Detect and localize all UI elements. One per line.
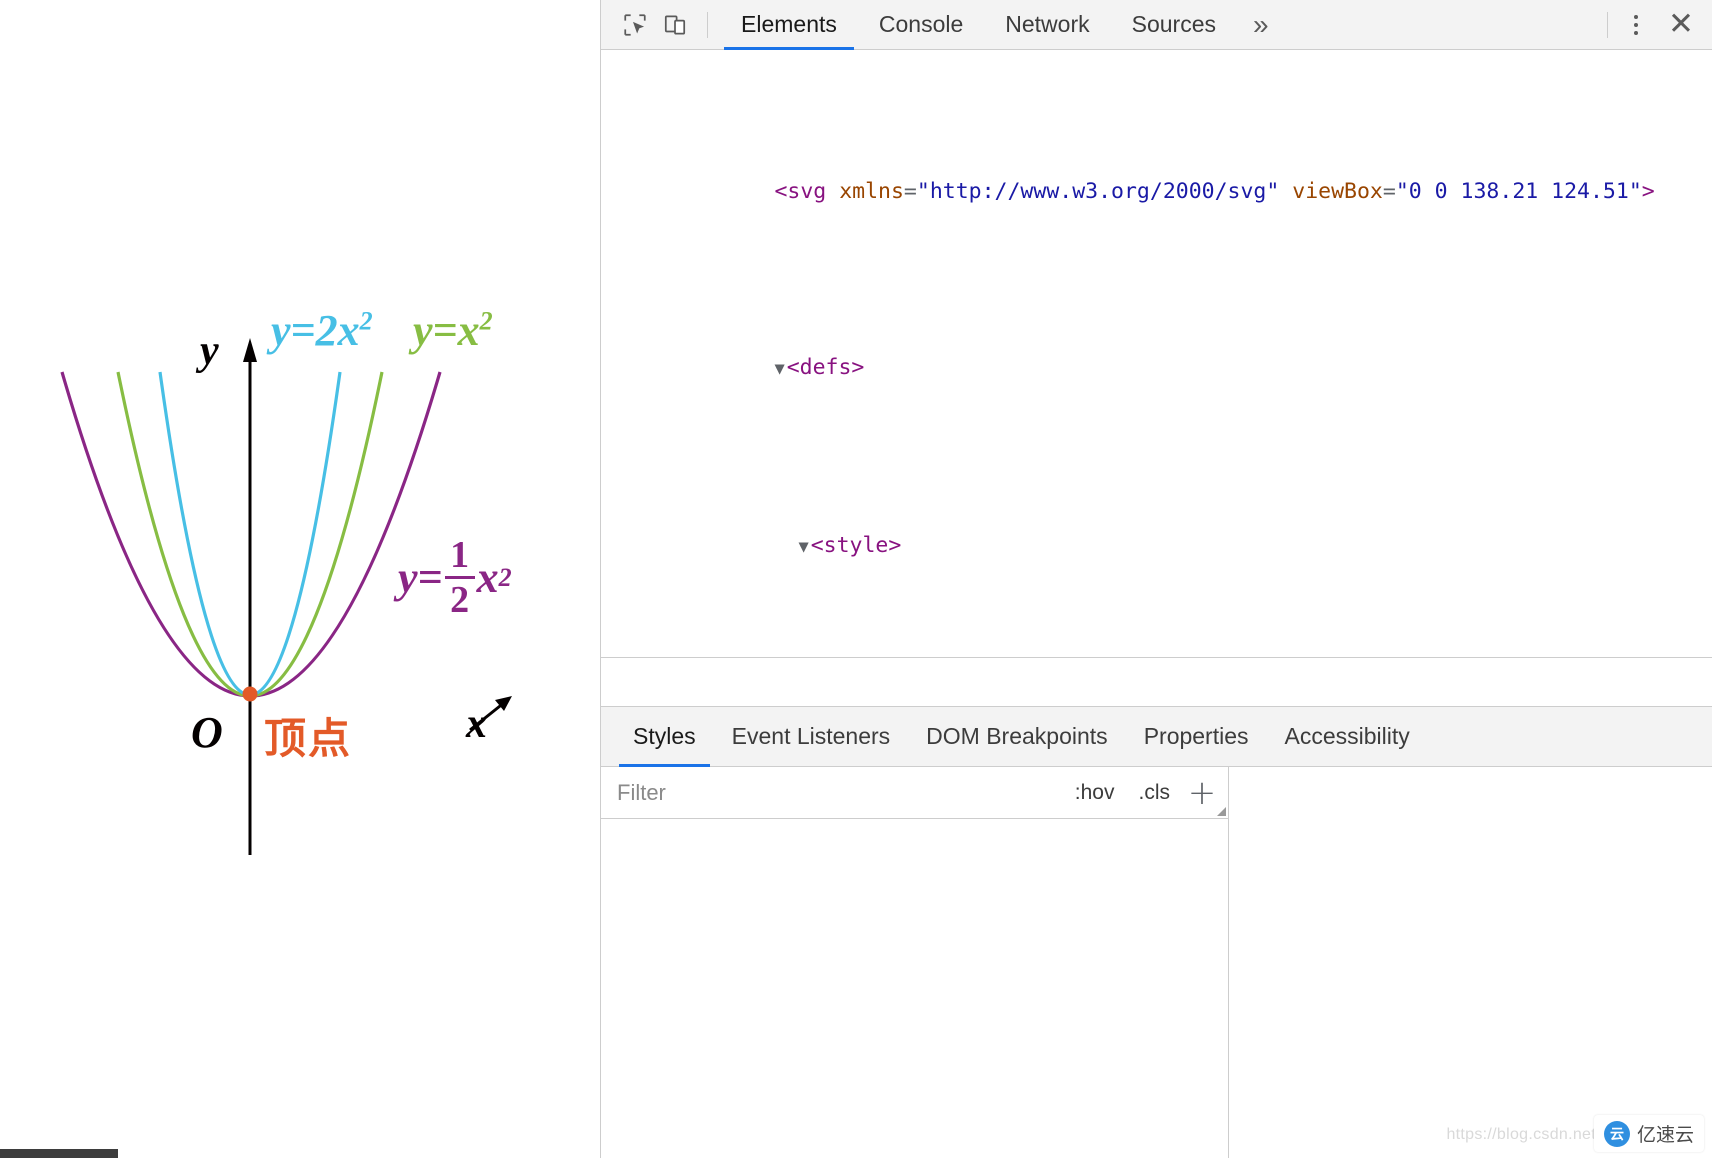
dom-tree-pane[interactable]: <svg xmlns="http://www.w3.org/2000/svg" … (601, 50, 1712, 657)
devtools-panel: Elements Console Network Sources » ✕ <sv… (600, 0, 1712, 1158)
tab-sources[interactable]: Sources (1111, 0, 1237, 50)
watermark-logo-icon: 云 (1604, 1121, 1630, 1147)
vertex-label: 顶点 (264, 705, 352, 766)
tab-properties[interactable]: Properties (1126, 707, 1267, 767)
screenshot-root: y x O 顶点 y=2x2 y=x2 y= 1 2 x2 (0, 0, 1712, 1158)
device-toolbar-icon[interactable] (655, 5, 695, 45)
styles-filter-bar: :hov .cls + (601, 767, 1228, 819)
styles-panel-body: :hov .cls + https://blog.csdn.net 云 亿速云 (601, 767, 1712, 1158)
tab-event-listeners[interactable]: Event Listeners (714, 707, 909, 767)
y-axis-label: y (200, 327, 219, 375)
inspect-cursor-icon[interactable] (615, 5, 655, 45)
style-tag: <style> (811, 533, 902, 558)
dom-tree: <svg xmlns="http://www.w3.org/2000/svg" … (601, 60, 1712, 657)
tab-styles[interactable]: Styles (615, 707, 714, 767)
toolbar-divider (707, 12, 708, 38)
tab-dom-breakpoints[interactable]: DOM Breakpoints (908, 707, 1126, 767)
style-expand-triangle-icon[interactable]: ▼ (798, 537, 808, 557)
devtools-tabs: Elements Console Network Sources » (720, 0, 1285, 50)
styles-filter-input[interactable] (615, 779, 1063, 807)
tab-network[interactable]: Network (984, 0, 1110, 50)
tab-elements[interactable]: Elements (720, 0, 858, 50)
label-2x2-base: y=2x (271, 306, 360, 355)
svg-attr-xmlns-value: "http://www.w3.org/2000/svg" (917, 179, 1279, 204)
label-x2-exponent: 2 (480, 306, 493, 335)
x-axis-label: x (466, 700, 487, 748)
defs-tag: <defs> (787, 355, 865, 380)
breadcrumb-strip (601, 658, 1712, 706)
label-y-equals-half-x-squared: y= 1 2 x2 (398, 536, 512, 619)
close-icon[interactable]: ✕ (1658, 3, 1704, 47)
more-tabs-chevron-icon[interactable]: » (1237, 0, 1285, 50)
computed-sidebar[interactable]: https://blog.csdn.net 云 亿速云 (1229, 767, 1712, 1158)
label-2x2-exponent: 2 (360, 306, 373, 335)
parabola-figure: y x O 顶点 y=2x2 y=x2 y= 1 2 x2 (0, 0, 600, 900)
fraction-denominator: 2 (450, 579, 469, 619)
label-x2-base: y=x (413, 306, 480, 355)
watermark-badge-text: 亿速云 (1637, 1120, 1694, 1147)
styles-panel-tabs: Styles Event Listeners DOM Breakpoints P… (601, 707, 1712, 767)
fraction-one-half: 1 2 (445, 536, 475, 619)
watermark-url: https://blog.csdn.net (1446, 1126, 1596, 1144)
resize-handle[interactable] (1217, 807, 1226, 816)
svg-attr-xmlns: xmlns (839, 179, 904, 204)
svg-tag-close-bracket: > (1642, 179, 1655, 204)
toolbar-divider-right (1607, 12, 1608, 38)
tab-console[interactable]: Console (858, 0, 984, 50)
svg-tag-open: <svg (774, 179, 839, 204)
label-half-prefix: y= (398, 552, 443, 603)
defs-expand-triangle-icon[interactable]: ▼ (774, 359, 784, 379)
new-style-rule-button[interactable]: + (1182, 773, 1222, 813)
toolbar-right-group: ✕ (1601, 3, 1704, 47)
tab-accessibility[interactable]: Accessibility (1267, 707, 1428, 767)
dom-line-style-open[interactable]: ▼<style> (601, 501, 1712, 591)
dom-line-defs[interactable]: ▼<defs> (601, 324, 1712, 414)
label-half-suffix: x (477, 552, 499, 603)
y-axis-arrow (243, 338, 257, 362)
hov-toggle[interactable]: :hov (1063, 781, 1127, 805)
dom-line-svg[interactable]: <svg xmlns="http://www.w3.org/2000/svg" … (601, 148, 1712, 236)
label-y-equals-2x-squared: y=2x2 (271, 305, 373, 356)
horizontal-scrollbar-thumb[interactable] (0, 1149, 118, 1158)
fraction-numerator: 1 (450, 536, 469, 576)
devtools-toolbar: Elements Console Network Sources » ✕ (601, 0, 1712, 50)
styles-left-column: :hov .cls + (601, 767, 1229, 1158)
styles-rules-list[interactable] (601, 819, 1228, 1158)
watermark-badge: 云 亿速云 (1594, 1115, 1704, 1152)
cls-toggle[interactable]: .cls (1127, 781, 1183, 805)
kebab-menu-icon[interactable] (1614, 3, 1658, 47)
svg-attr-viewbox: viewBox (1292, 179, 1383, 204)
vertex-point (243, 687, 258, 702)
label-y-equals-x-squared: y=x2 (413, 305, 493, 356)
origin-label: O (191, 707, 223, 758)
styles-panel: Styles Event Listeners DOM Breakpoints P… (601, 706, 1712, 1158)
svg-attr-viewbox-value: "0 0 138.21 124.51" (1396, 179, 1642, 204)
label-half-exponent: 2 (499, 563, 512, 593)
page-viewport: y x O 顶点 y=2x2 y=x2 y= 1 2 x2 (0, 0, 600, 1158)
